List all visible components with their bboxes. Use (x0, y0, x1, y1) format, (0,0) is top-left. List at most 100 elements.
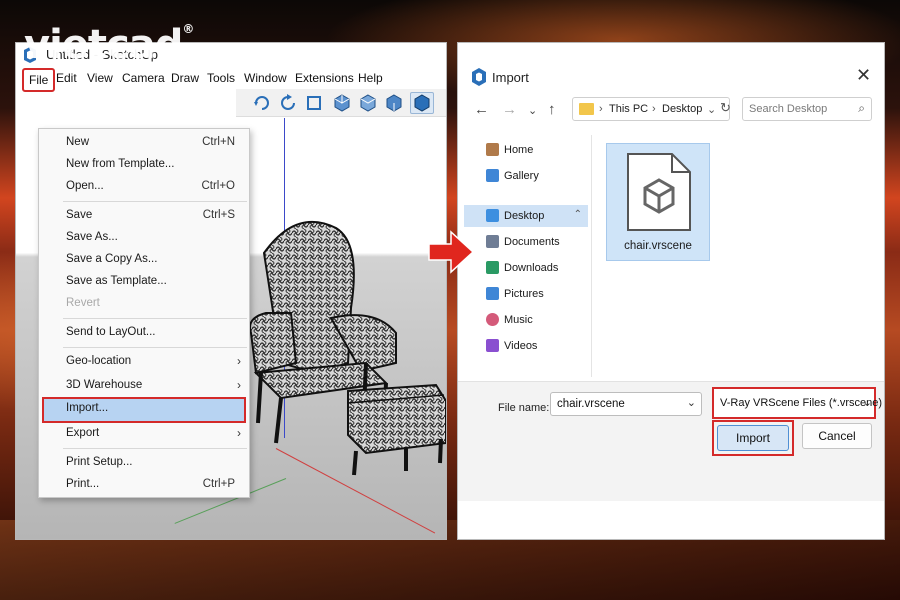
menu-item-geo-location[interactable]: Geo-location › (39, 351, 249, 373)
file-name-value[interactable]: chair.vrscene (557, 398, 625, 410)
menu-item-export-label: Export (66, 427, 100, 439)
music-icon (486, 313, 499, 326)
menu-item-new[interactable]: New Ctrl+N (39, 132, 249, 154)
file-menu-dropdown: New Ctrl+N New from Template... Open... … (38, 128, 250, 498)
sidebar-item-home[interactable]: Home (464, 139, 588, 161)
sidebar-item-label: Documents (504, 236, 560, 248)
file-type-select[interactable]: V-Ray VRScene Files (*.vrscene) ⌄ (712, 387, 882, 419)
menu-item-save-copy-as[interactable]: Save a Copy As... (39, 249, 249, 271)
file-name-field-label: File name: (498, 402, 550, 414)
chevron-down-icon[interactable]: ⌄ (687, 396, 696, 409)
file-item-chair-vrscene[interactable]: chair.vrscene (606, 143, 710, 261)
menu-item-print[interactable]: Print... Ctrl+P (39, 474, 249, 496)
menu-tools[interactable]: Tools (207, 71, 235, 85)
menu-item-print-label: Print... (66, 478, 100, 490)
zoom-extents-icon[interactable] (304, 93, 324, 113)
menu-item-open[interactable]: Open... Ctrl+O (39, 176, 249, 198)
chevron-down-icon[interactable]: ⌄ (863, 396, 872, 409)
right-view-button[interactable] (410, 92, 434, 114)
sketchup-app-icon (472, 68, 486, 86)
menu-item-new-label: New (66, 136, 90, 148)
recent-locations-chevron-icon[interactable]: ⌄ (528, 104, 537, 117)
menu-item-revert-label: Revert (66, 297, 100, 309)
breadcrumb-desktop[interactable]: Desktop (662, 103, 702, 115)
breadcrumb-separator-icon: › (652, 103, 656, 115)
watermark-registered-mark: ® (182, 22, 194, 36)
menu-item-import[interactable]: Import... (42, 397, 246, 423)
menu-item-new-from-template[interactable]: New from Template... (39, 154, 249, 176)
sidebar-item-videos[interactable]: Videos (464, 335, 588, 357)
sidebar-item-label: Pictures (504, 288, 544, 300)
menu-item-save-shortcut: Ctrl+S (202, 209, 235, 221)
submenu-arrow-icon: › (237, 354, 241, 368)
sidebar-item-music[interactable]: Music (464, 309, 588, 331)
breadcrumb-separator-icon: › (599, 103, 603, 115)
dialog-title: Import (492, 70, 529, 85)
menu-extensions[interactable]: Extensions (295, 71, 354, 85)
menu-item-save-as-template[interactable]: Save as Template... (39, 271, 249, 293)
menu-item-send-to-layout[interactable]: Send to LayOut... (39, 322, 249, 344)
breadcrumb-this-pc[interactable]: This PC (609, 103, 648, 115)
iso-view-icon[interactable] (332, 93, 352, 113)
cancel-button[interactable]: Cancel (802, 423, 872, 449)
menu-window[interactable]: Window (244, 71, 287, 85)
close-icon[interactable]: ✕ (856, 65, 871, 86)
sidebar-item-desktop[interactable]: Desktop ⌃ (464, 205, 588, 227)
search-input[interactable]: Search Desktop (749, 103, 827, 115)
menu-item-print-setup[interactable]: Print Setup... (39, 452, 249, 474)
menu-edit[interactable]: Edit (56, 71, 77, 85)
import-button[interactable]: Import (717, 425, 789, 451)
front-view-icon[interactable] (384, 93, 404, 113)
menu-item-save-as-template-label: Save as Template... (66, 275, 167, 287)
back-arrow-icon[interactable]: ← (474, 101, 489, 118)
downloads-icon (486, 261, 499, 274)
sidebar-item-label: Videos (504, 340, 538, 352)
up-arrow-icon[interactable]: ↑ (548, 101, 556, 118)
sidebar-item-documents[interactable]: Documents (464, 231, 588, 253)
orbit-icon[interactable] (252, 93, 272, 113)
sidebar-item-downloads[interactable]: Downloads (464, 257, 588, 279)
sidebar-item-label: Gallery (504, 170, 539, 182)
pin-icon: ⌃ (573, 209, 582, 220)
search-icon: ⌕ (858, 101, 865, 115)
sidebar-item-label: Desktop (504, 210, 545, 222)
menu-draw[interactable]: Draw (171, 71, 199, 85)
menu-item-send-to-layout-label: Send to LayOut... (66, 326, 156, 338)
menu-item-3d-warehouse-label: 3D Warehouse (66, 379, 143, 391)
file-name-field[interactable]: chair.vrscene ⌄ (550, 392, 702, 416)
top-view-icon[interactable] (358, 93, 378, 113)
menu-item-save-as[interactable]: Save As... (39, 227, 249, 249)
dialog-footer: File name: chair.vrscene ⌄ V-Ray VRScene… (458, 381, 884, 501)
menu-view[interactable]: View (87, 71, 113, 85)
pan-refresh-icon[interactable] (278, 93, 298, 113)
vrscene-file-icon (627, 153, 691, 231)
red-arrow-icon (428, 230, 475, 274)
menu-item-print-setup-label: Print Setup... (66, 456, 133, 468)
file-type-value: V-Ray VRScene Files (*.vrscene) (720, 397, 882, 409)
menu-item-save[interactable]: Save Ctrl+S (39, 205, 249, 227)
vietcad-watermark: vietcad® (24, 22, 194, 68)
menu-item-new-from-template-label: New from Template... (66, 158, 175, 170)
sidebar-item-label: Downloads (504, 262, 559, 274)
menu-file[interactable]: File (22, 68, 56, 92)
menu-help[interactable]: Help (358, 71, 383, 85)
refresh-icon[interactable]: ↻ (720, 100, 731, 116)
menu-item-save-copy-as-label: Save a Copy As... (66, 253, 158, 265)
address-dropdown-chevron-icon[interactable]: ⌄ (707, 103, 716, 116)
sidebar-item-gallery[interactable]: Gallery (464, 165, 588, 187)
forward-arrow-icon[interactable]: → (502, 101, 517, 118)
documents-icon (486, 235, 499, 248)
menu-item-open-label: Open... (66, 180, 104, 192)
menu-item-geo-location-label: Geo-location (66, 355, 132, 367)
sidebar-item-label: Home (504, 144, 534, 156)
menu-item-export[interactable]: Export › (39, 423, 249, 445)
menu-item-revert: Revert (39, 293, 249, 315)
home-icon (486, 143, 499, 156)
menu-camera[interactable]: Camera (122, 71, 165, 85)
sidebar-item-pictures[interactable]: Pictures (464, 283, 588, 305)
menu-separator (63, 318, 247, 319)
search-box[interactable]: Search Desktop ⌕ (742, 97, 872, 121)
menu-item-3d-warehouse[interactable]: 3D Warehouse › (39, 375, 249, 397)
submenu-arrow-icon: › (237, 378, 241, 392)
address-bar[interactable]: › This PC › Desktop ⌄ (572, 97, 730, 121)
